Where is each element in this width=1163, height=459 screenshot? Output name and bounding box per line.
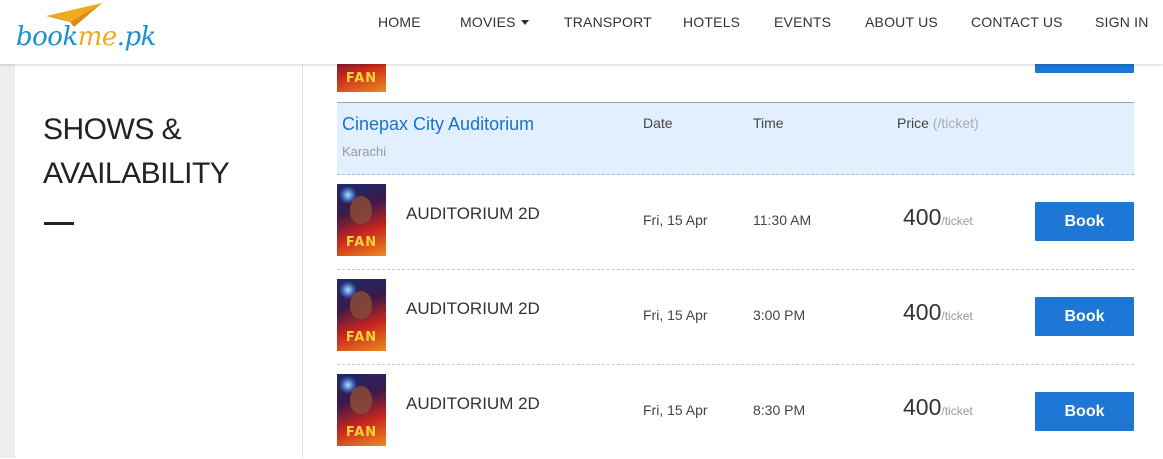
- nav-hotels[interactable]: HOTELS: [683, 14, 740, 30]
- poster-title: FAN: [345, 71, 378, 86]
- nav-transport[interactable]: TRANSPORT: [564, 14, 652, 30]
- venue-name[interactable]: Cinepax City Auditorium: [342, 114, 534, 135]
- nav-sign-in[interactable]: SIGN IN: [1095, 14, 1149, 30]
- nav-contact-us[interactable]: CONTACT US: [971, 14, 1063, 30]
- venue-header: Cinepax City Auditorium Karachi Date Tim…: [337, 102, 1134, 175]
- sidebar-title: SHOWS & AVAILABILITY: [43, 113, 230, 190]
- show-time: 8:30 PM: [753, 402, 806, 418]
- show-price: 400/ticket: [903, 204, 973, 230]
- movie-poster: FAN: [337, 184, 386, 256]
- shows-list: FAN Cinepax City Auditorium Karachi Date…: [303, 20, 1163, 459]
- page-left-gutter: [0, 64, 15, 458]
- book-button[interactable]: Book: [1035, 392, 1134, 431]
- show-date: Fri, 15 Apr: [643, 307, 708, 323]
- show-time: 11:30 AM: [753, 212, 812, 228]
- title-underline: [44, 222, 74, 225]
- show-row: FAN AUDITORIUM 2D Fri, 15 Apr 8:30 PM 40…: [337, 364, 1134, 459]
- movie-poster: FAN: [337, 279, 386, 351]
- nav-home[interactable]: HOME: [378, 14, 421, 30]
- hall-name: AUDITORIUM 2D: [406, 299, 540, 318]
- show-date: Fri, 15 Apr: [643, 212, 708, 228]
- column-header-date: Date: [643, 115, 673, 131]
- column-header-time: Time: [753, 115, 784, 131]
- site-header: bookme.pk HOME MOVIES TRANSPORT HOTELS E…: [0, 0, 1163, 64]
- nav-movies[interactable]: MOVIES: [460, 14, 529, 30]
- show-price: 400/ticket: [903, 299, 973, 325]
- movie-poster: FAN: [337, 374, 386, 446]
- nav-movies-label: MOVIES: [460, 14, 516, 30]
- caret-down-icon: [520, 20, 529, 25]
- show-row: FAN AUDITORIUM 2D Fri, 15 Apr 11:30 AM 4…: [337, 174, 1134, 270]
- show-price: 400/ticket: [903, 394, 973, 420]
- sidebar: SHOWS & AVAILABILITY: [15, 64, 303, 458]
- hall-name: AUDITORIUM 2D: [406, 394, 540, 413]
- show-row: FAN AUDITORIUM 2D Fri, 15 Apr 3:00 PM 40…: [337, 269, 1134, 365]
- hall-name: AUDITORIUM 2D: [406, 204, 540, 223]
- book-button[interactable]: Book: [1035, 202, 1134, 241]
- show-date: Fri, 15 Apr: [643, 402, 708, 418]
- book-button[interactable]: Book: [1035, 297, 1134, 336]
- nav-about-us[interactable]: ABOUT US: [865, 14, 938, 30]
- nav-events[interactable]: EVENTS: [774, 14, 831, 30]
- main-nav: HOME MOVIES TRANSPORT HOTELS EVENTS ABOU…: [0, 14, 1163, 34]
- venue-city: Karachi: [342, 144, 387, 159]
- show-time: 3:00 PM: [753, 307, 806, 323]
- column-header-price: Price (/ticket): [897, 115, 979, 131]
